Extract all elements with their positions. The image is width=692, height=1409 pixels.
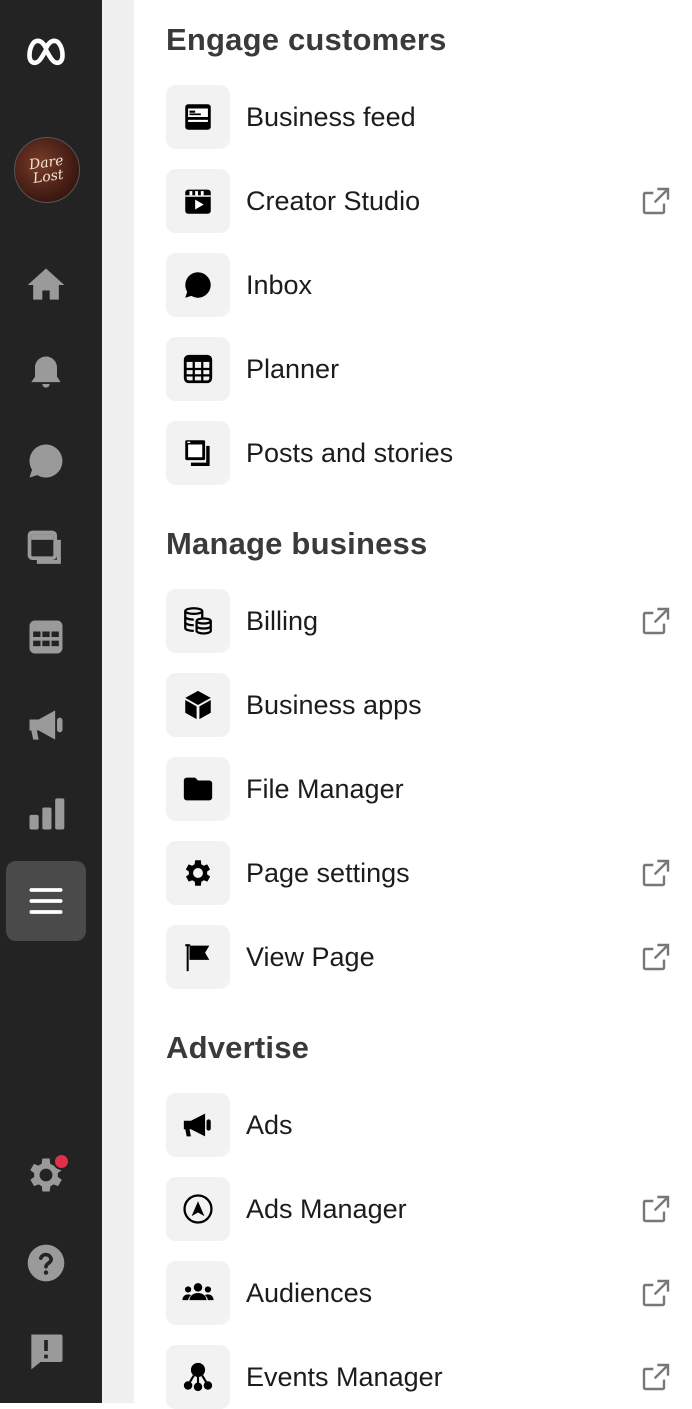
menu-item-posts-and-stories[interactable]: Posts and stories — [166, 421, 676, 485]
business-apps-icon — [166, 673, 230, 737]
chat-bubble-icon[interactable] — [6, 421, 86, 501]
external-link-icon — [642, 859, 670, 887]
megaphone-icon[interactable] — [6, 685, 86, 765]
page-avatar[interactable]: Dare Lost — [14, 137, 80, 203]
home-icon[interactable] — [6, 245, 86, 325]
rail-divider — [102, 0, 134, 1403]
menu-item-label: Audiences — [246, 1277, 373, 1308]
menu-item-label: Events Manager — [246, 1361, 443, 1392]
external-link-icon — [642, 1363, 670, 1391]
menu-item-file-manager[interactable]: File Manager — [166, 757, 676, 821]
menu-item-ads[interactable]: Ads — [166, 1093, 676, 1157]
settings-notification-badge — [53, 1153, 70, 1170]
external-link-icon — [642, 1195, 670, 1223]
inbox-icon — [166, 253, 230, 317]
planner-grid-icon[interactable] — [6, 597, 86, 677]
megaphone-icon — [166, 1093, 230, 1157]
menu-item-label: Inbox — [246, 269, 313, 300]
menu-item-label: Planner — [246, 353, 340, 384]
folder-icon — [166, 757, 230, 821]
flag-icon — [166, 925, 230, 989]
menu-item-label: View Page — [246, 941, 375, 972]
menu-item-business-apps[interactable]: Business apps — [166, 673, 676, 737]
creator-studio-icon — [166, 169, 230, 233]
menu-item-view-page[interactable]: View Page — [166, 925, 676, 989]
planner-icon — [166, 337, 230, 401]
menu-item-label: Posts and stories — [246, 437, 454, 468]
events-manager-icon — [166, 1345, 230, 1409]
menu-item-label: Ads — [246, 1109, 293, 1140]
insights-bar-chart-icon[interactable] — [6, 773, 86, 853]
posts-icon[interactable] — [6, 509, 86, 589]
menu-item-ads-manager[interactable]: Ads Manager — [166, 1177, 676, 1241]
menu-item-label: Billing — [246, 605, 319, 636]
external-link-icon — [642, 187, 670, 215]
menu-item-label: Creator Studio — [246, 185, 421, 216]
menu-item-events-manager[interactable]: Events Manager — [166, 1345, 676, 1409]
menu-item-billing[interactable]: Billing — [166, 589, 676, 653]
section-title-manage-business: Manage business — [166, 526, 428, 561]
avatar-text-bottom: Lost — [31, 166, 65, 187]
bell-icon[interactable] — [6, 333, 86, 413]
gear-icon — [166, 841, 230, 905]
menu-hamburger-icon[interactable] — [6, 861, 86, 941]
external-link-icon — [642, 607, 670, 635]
menu-item-inbox[interactable]: Inbox — [166, 253, 676, 317]
menu-item-label: File Manager — [246, 773, 404, 804]
billing-icon — [166, 589, 230, 653]
menu-item-label: Ads Manager — [246, 1193, 407, 1224]
menu-item-label: Business apps — [246, 689, 422, 720]
external-link-icon — [642, 943, 670, 971]
menu-panel: Engage customers Business feed Creator S… — [134, 0, 692, 1409]
menu-item-label: Business feed — [246, 101, 416, 132]
audiences-icon — [166, 1261, 230, 1325]
external-link-icon — [642, 1279, 670, 1307]
business-feed-icon — [166, 85, 230, 149]
left-nav-rail: Dare Lost — [0, 0, 102, 1403]
feedback-icon[interactable] — [6, 1311, 86, 1391]
menu-item-creator-studio[interactable]: Creator Studio — [166, 169, 676, 233]
menu-item-audiences[interactable]: Audiences — [166, 1261, 676, 1325]
posts-stories-icon — [166, 421, 230, 485]
settings-gear-icon[interactable] — [6, 1135, 86, 1215]
section-title-engage-customers: Engage customers — [166, 22, 447, 57]
menu-item-planner[interactable]: Planner — [166, 337, 676, 401]
menu-item-label: Page settings — [246, 857, 410, 888]
ads-manager-icon — [166, 1177, 230, 1241]
meta-logo-icon[interactable] — [6, 10, 86, 90]
section-title-advertise: Advertise — [166, 1030, 310, 1065]
menu-item-page-settings[interactable]: Page settings — [166, 841, 676, 905]
help-icon[interactable] — [6, 1223, 86, 1303]
menu-item-business-feed[interactable]: Business feed — [166, 85, 676, 149]
